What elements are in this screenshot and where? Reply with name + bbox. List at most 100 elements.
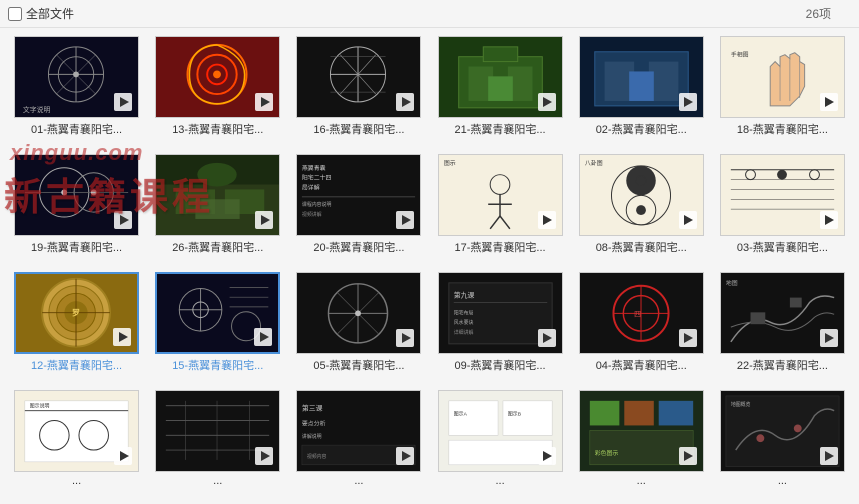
video-item-v04[interactable]: 四 04-燕翼青襄阳宅... — [575, 272, 708, 382]
svg-text:第九课: 第九课 — [453, 290, 474, 299]
play-icon-v02[interactable] — [679, 93, 697, 111]
play-triangle-v09 — [543, 333, 552, 343]
play-triangle-vr6 — [825, 451, 834, 461]
thumb-wrapper-v17: 图示 — [438, 154, 563, 236]
svg-text:八卦图: 八卦图 — [585, 158, 603, 166]
play-icon-v22[interactable] — [820, 329, 838, 347]
play-icon-v08[interactable] — [679, 211, 697, 229]
svg-text:阳宅二十四: 阳宅二十四 — [302, 173, 332, 181]
video-label-v05: 05-燕翼青襄阳宅... — [296, 357, 421, 373]
thumb-wrapper-v04: 四 — [579, 272, 704, 354]
svg-text:彩色图示: 彩色图示 — [594, 449, 618, 457]
svg-text:图示B: 图示B — [507, 411, 521, 417]
video-item-vr4[interactable]: 图示A 图示B ... — [434, 390, 567, 496]
video-item-v01[interactable]: 文字说明 01-燕翼青襄阳宅... — [10, 36, 143, 146]
play-icon-v17[interactable] — [538, 211, 556, 229]
video-item-vr6[interactable]: 地图概览 ... — [716, 390, 849, 496]
video-item-vr5[interactable]: 彩色图示 ... — [575, 390, 708, 496]
thumb-wrapper-v18: 手相图 — [720, 36, 845, 118]
thumb-wrapper-v16 — [296, 36, 421, 118]
svg-text:第三课: 第三课 — [302, 403, 323, 412]
thumb-wrapper-vr2 — [155, 390, 280, 472]
video-item-v16[interactable]: 16-燕翼青襄阳宅... — [292, 36, 425, 146]
video-item-v19[interactable]: 19-燕翼青襄阳宅... — [10, 154, 143, 264]
video-item-v26[interactable]: 26-燕翼青襄阳宅... — [151, 154, 284, 264]
svg-text:要点分析: 要点分析 — [302, 419, 326, 427]
video-item-v02[interactable]: 02-燕翼青襄阳宅... — [575, 36, 708, 146]
play-icon-v15[interactable] — [254, 328, 272, 346]
select-all-checkbox[interactable] — [8, 7, 22, 21]
video-item-v13[interactable]: 13-燕翼青襄阳宅... — [151, 36, 284, 146]
play-triangle-v01 — [120, 97, 129, 107]
video-label-v22: 22-燕翼青襄阳宅... — [720, 357, 845, 373]
video-item-v21[interactable]: 21-燕翼青襄阳宅... — [434, 36, 567, 146]
svg-text:图示说明: 图示说明 — [30, 402, 50, 409]
video-item-v05[interactable]: 05-燕翼青襄阳宅... — [292, 272, 425, 382]
thumb-wrapper-v21 — [438, 36, 563, 118]
play-icon-v18[interactable] — [820, 93, 838, 111]
play-icon-vr2[interactable] — [255, 447, 273, 465]
svg-text:详细讲解: 详细讲解 — [453, 329, 473, 336]
play-icon-v04[interactable] — [679, 329, 697, 347]
video-item-v03[interactable]: 03-燕翼青襄阳宅... — [716, 154, 849, 264]
thumb-wrapper-v02 — [579, 36, 704, 118]
play-icon-v12[interactable] — [113, 328, 131, 346]
thumb-wrapper-vr6: 地图概览 — [720, 390, 845, 472]
play-icon-vr4[interactable] — [538, 447, 556, 465]
play-icon-vr5[interactable] — [679, 447, 697, 465]
video-item-v09[interactable]: 第九课 阳宅布局 风水要诀 详细讲解 09-燕翼青襄阳宅... — [434, 272, 567, 382]
video-label-vr3: ... — [296, 475, 421, 487]
play-icon-v19[interactable] — [114, 211, 132, 229]
video-label-v17: 17-燕翼青襄阳宅... — [438, 239, 563, 255]
play-triangle-v26 — [261, 215, 270, 225]
video-label-v01: 01-燕翼青襄阳宅... — [14, 121, 139, 137]
play-triangle-v17 — [543, 215, 552, 225]
play-icon-v16[interactable] — [396, 93, 414, 111]
thumb-wrapper-v01: 文字说明 — [14, 36, 139, 118]
play-triangle-vr3 — [402, 451, 411, 461]
play-triangle-v20 — [402, 215, 411, 225]
video-item-vr3[interactable]: 第三课 要点分析 讲解说明 视频内容 ... — [292, 390, 425, 496]
play-triangle-v15 — [260, 332, 269, 342]
video-label-v21: 21-燕翼青襄阳宅... — [438, 121, 563, 137]
thumb-wrapper-vr1: 图示说明 — [14, 390, 139, 472]
video-label-v02: 02-燕翼青襄阳宅... — [579, 121, 704, 137]
play-triangle-vr1 — [120, 451, 129, 461]
play-icon-v13[interactable] — [255, 93, 273, 111]
thumb-wrapper-v13 — [155, 36, 280, 118]
video-item-v17[interactable]: 图示 17-燕翼青襄阳宅... — [434, 154, 567, 264]
play-icon-v20[interactable] — [396, 211, 414, 229]
video-item-v12[interactable]: 罗 12-燕翼青襄阳宅... — [10, 272, 143, 382]
play-icon-vr3[interactable] — [396, 447, 414, 465]
video-label-v12: 12-燕翼青襄阳宅... — [14, 357, 139, 373]
play-icon-v09[interactable] — [538, 329, 556, 347]
video-item-v15[interactable]: 15-燕翼青襄阳宅... — [151, 272, 284, 382]
select-all-text: 全部文件 — [26, 5, 74, 22]
play-icon-vr1[interactable] — [114, 447, 132, 465]
play-triangle-v21 — [543, 97, 552, 107]
select-all-label[interactable]: 全部文件 — [8, 5, 74, 22]
play-icon-v05[interactable] — [396, 329, 414, 347]
video-item-v08[interactable]: 八卦图 08-燕翼青襄阳宅... — [575, 154, 708, 264]
video-label-v15: 15-燕翼青襄阳宅... — [155, 357, 280, 373]
svg-text:局详解: 局详解 — [302, 183, 320, 191]
thumb-wrapper-vr3: 第三课 要点分析 讲解说明 视频内容 — [296, 390, 421, 472]
video-item-vr1[interactable]: 图示说明 ... — [10, 390, 143, 496]
video-label-v16: 16-燕翼青襄阳宅... — [296, 121, 421, 137]
play-icon-v26[interactable] — [255, 211, 273, 229]
video-item-v20[interactable]: 燕翼青囊 阳宅二十四 局详解 课程内容说明 视频讲解 20-燕翼青襄阳宅... — [292, 154, 425, 264]
thumb-wrapper-v03 — [720, 154, 845, 236]
play-triangle-v08 — [684, 215, 693, 225]
video-item-v18[interactable]: 手相图 18-燕翼青襄阳宅... — [716, 36, 849, 146]
play-icon-v03[interactable] — [820, 211, 838, 229]
video-label-v04: 04-燕翼青襄阳宅... — [579, 357, 704, 373]
play-icon-v21[interactable] — [538, 93, 556, 111]
play-triangle-v12 — [119, 332, 128, 342]
play-triangle-v05 — [402, 333, 411, 343]
play-icon-v01[interactable] — [114, 93, 132, 111]
play-icon-vr6[interactable] — [820, 447, 838, 465]
video-item-v22[interactable]: 地图 22-燕翼青襄阳宅... — [716, 272, 849, 382]
video-item-vr2[interactable]: ... — [151, 390, 284, 496]
video-label-v03: 03-燕翼青襄阳宅... — [720, 239, 845, 255]
video-label-v26: 26-燕翼青襄阳宅... — [155, 239, 280, 255]
